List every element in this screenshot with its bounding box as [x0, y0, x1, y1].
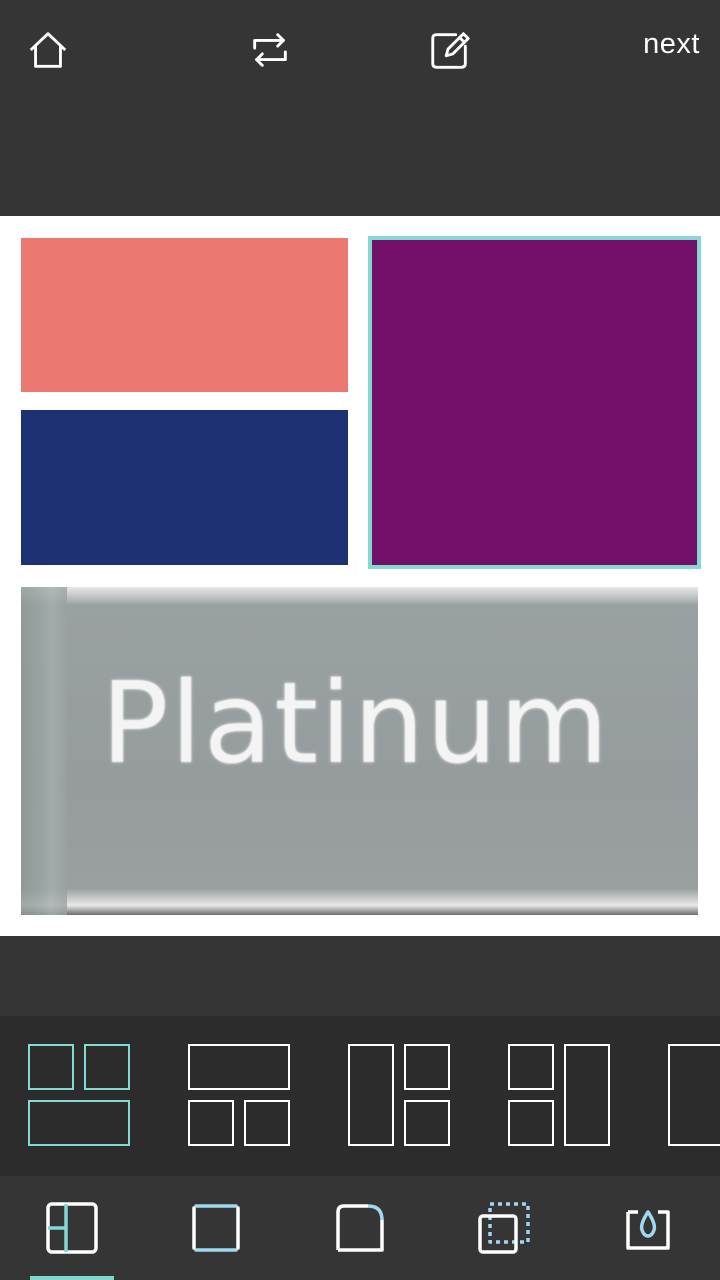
edit-button[interactable] [422, 22, 478, 78]
next-button[interactable]: next [643, 28, 700, 61]
bottom-tab-bar [0, 1176, 720, 1280]
tab-selected-indicator [30, 1276, 114, 1280]
layout-partial-icon [668, 1044, 720, 1146]
divider-band [0, 936, 720, 1016]
layout-selector [0, 1016, 720, 1176]
layout-option-1-selected[interactable] [28, 1044, 132, 1148]
layout-option-4[interactable] [508, 1044, 612, 1148]
tab-background-color[interactable] [616, 1196, 680, 1260]
layout-option-2[interactable] [188, 1044, 292, 1148]
platinum-image-text: Platinum [101, 659, 611, 789]
layout-option-5[interactable] [668, 1044, 720, 1148]
repeat-icon [253, 33, 287, 67]
layout-2-top-1-bottom-icon [28, 1044, 130, 1146]
layout-1-top-2-bottom-icon [188, 1044, 290, 1146]
background-color-icon [626, 1210, 670, 1250]
image-edge [21, 587, 67, 915]
swap-button[interactable] [242, 22, 298, 78]
corner-radius-icon [336, 1204, 384, 1252]
top-bar: next [0, 0, 720, 216]
tab-layout[interactable] [40, 1196, 104, 1260]
layout-icon [46, 1202, 98, 1254]
spacing-icon [478, 1202, 530, 1254]
layout-2-left-1-right-icon [508, 1044, 610, 1146]
tile-coral[interactable] [21, 238, 348, 392]
tile-purple-selected[interactable] [368, 236, 701, 569]
tile-platinum-image[interactable]: Platinum [21, 587, 698, 915]
layout-option-3[interactable] [348, 1044, 452, 1148]
border-icon [192, 1204, 240, 1252]
tab-border[interactable] [184, 1196, 248, 1260]
collage-editor: next Platinum [0, 0, 720, 1280]
layout-1-left-2-right-icon [348, 1044, 450, 1146]
home-button[interactable] [20, 22, 76, 78]
home-icon [29, 32, 67, 68]
tile-navy[interactable] [21, 410, 348, 565]
tab-corner-radius[interactable] [328, 1196, 392, 1260]
tab-spacing[interactable] [472, 1196, 536, 1260]
collage-canvas: Platinum [0, 216, 720, 936]
edit-icon [431, 32, 470, 69]
